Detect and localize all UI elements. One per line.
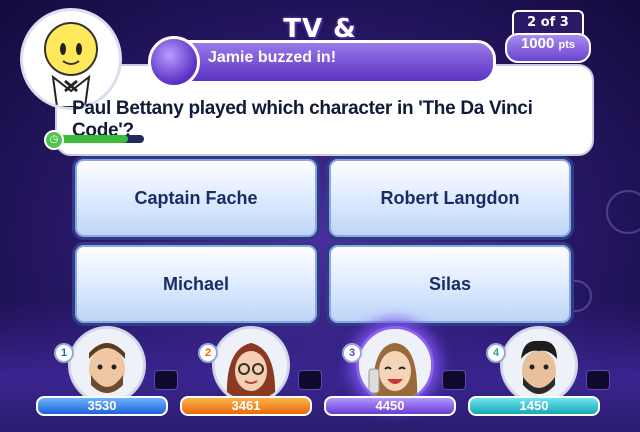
question-text: Paul Bettany played which character in '… <box>72 98 533 141</box>
player-number-badge: 4 <box>486 343 506 363</box>
answer-button-2[interactable]: Robert Langdon <box>326 156 574 240</box>
round-indicator: 2 of 3 <box>512 10 584 34</box>
points-unit: pts <box>558 39 576 51</box>
player-number-badge: 1 <box>54 343 74 363</box>
player-number-badge: 2 <box>198 343 218 363</box>
player-avatar <box>500 326 578 404</box>
player-score: 4450 <box>324 396 456 416</box>
player-3: 3 4450 <box>324 326 466 426</box>
player-score: 1450 <box>468 396 600 416</box>
answer-button-1[interactable]: Captain Fache <box>72 156 320 240</box>
player-avatar <box>356 326 434 404</box>
answer-button-4[interactable]: Silas <box>326 242 574 326</box>
player-item-slot <box>298 370 322 390</box>
host-avatar <box>20 8 122 110</box>
points-badge: 1000 pts <box>505 33 591 63</box>
player-4: 4 1450 <box>468 326 610 426</box>
timer: ◷ <box>44 130 144 150</box>
buzz-text: Jamie buzzed in! <box>208 49 337 66</box>
player-item-slot <box>586 370 610 390</box>
player-2: 2 3461 <box>180 326 322 426</box>
player-score: 3461 <box>180 396 312 416</box>
player-avatar <box>68 326 146 404</box>
points-value: 1000 <box>520 35 555 52</box>
player-1: 1 3530 <box>36 326 178 426</box>
player-item-slot <box>442 370 466 390</box>
decor-dial <box>606 190 640 234</box>
buzzer-orb-icon <box>148 36 200 88</box>
player-item-slot <box>154 370 178 390</box>
player-number-badge: 3 <box>342 343 362 363</box>
clock-icon: ◷ <box>44 130 64 150</box>
answer-button-3[interactable]: Michael <box>72 242 320 326</box>
timer-fill <box>56 135 129 143</box>
player-avatar <box>212 326 290 404</box>
player-score: 3530 <box>36 396 168 416</box>
